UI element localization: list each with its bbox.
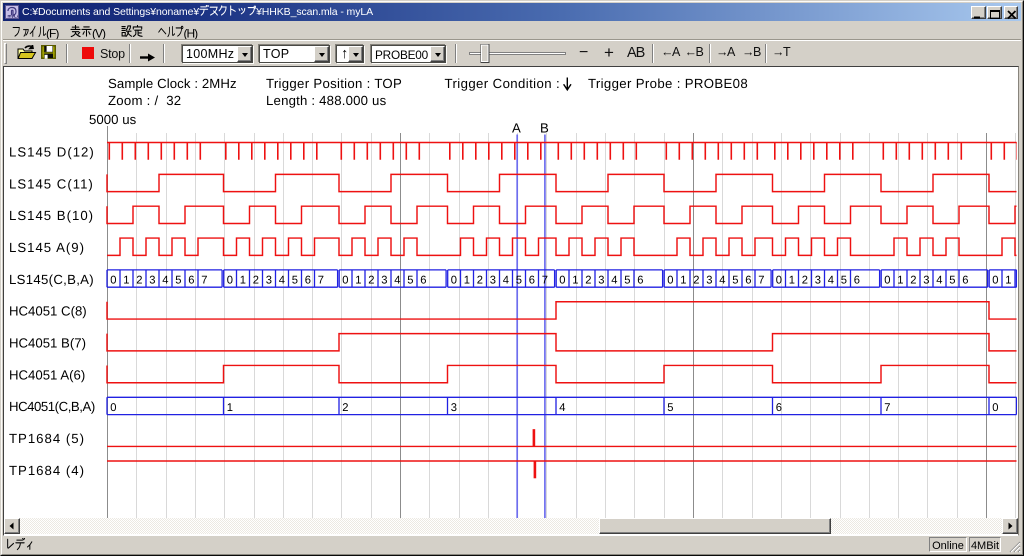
- svg-text:7: 7: [542, 275, 548, 287]
- svg-text:1: 1: [464, 275, 470, 287]
- svg-text:6: 6: [420, 275, 426, 287]
- svg-text:6: 6: [854, 275, 860, 287]
- svg-text:5: 5: [624, 275, 630, 287]
- svg-text:7: 7: [758, 275, 764, 287]
- svg-text:6: 6: [637, 275, 643, 287]
- svg-text:TP1684 (5): TP1684 (5): [9, 431, 85, 446]
- svg-text:0: 0: [110, 275, 116, 287]
- svg-text:4: 4: [394, 275, 400, 287]
- svg-text:2: 2: [136, 275, 142, 287]
- svg-text:HC4051(C,B,A): HC4051(C,B,A): [9, 399, 95, 414]
- svg-text:0: 0: [884, 275, 890, 287]
- svg-text:0: 0: [451, 275, 457, 287]
- svg-text:6: 6: [305, 275, 311, 287]
- svg-text:5: 5: [292, 275, 298, 287]
- svg-text:1: 1: [680, 275, 686, 287]
- svg-text:0: 0: [559, 275, 565, 287]
- svg-text:1: 1: [240, 275, 246, 287]
- svg-text:2: 2: [368, 275, 374, 287]
- svg-text:Trigger Position : TOP: Trigger Position : TOP: [266, 76, 402, 91]
- svg-text:0: 0: [992, 402, 998, 414]
- svg-text:6: 6: [745, 275, 751, 287]
- svg-text:LS145 B(10): LS145 B(10): [9, 208, 94, 223]
- svg-text:1: 1: [572, 275, 578, 287]
- svg-text:7: 7: [884, 402, 890, 414]
- svg-text:HC4051 A(6): HC4051 A(6): [9, 367, 85, 382]
- svg-text:7: 7: [318, 275, 324, 287]
- svg-text:6: 6: [188, 275, 194, 287]
- svg-text:1: 1: [789, 275, 795, 287]
- svg-text:LS145(C,B,A): LS145(C,B,A): [9, 272, 94, 287]
- svg-text:3: 3: [815, 275, 821, 287]
- svg-text:1: 1: [123, 275, 129, 287]
- svg-text:4: 4: [162, 275, 168, 287]
- svg-text:0: 0: [110, 402, 116, 414]
- svg-text:LS145 A(9): LS145 A(9): [9, 240, 85, 255]
- svg-text:5: 5: [407, 275, 413, 287]
- svg-text:HC4051 B(7): HC4051 B(7): [9, 336, 86, 351]
- svg-text:Length : 488.000 us: Length : 488.000 us: [266, 93, 387, 108]
- svg-text:Trigger Probe : PROBE08: Trigger Probe : PROBE08: [588, 76, 748, 91]
- svg-text:6: 6: [529, 275, 535, 287]
- svg-text:5: 5: [516, 275, 522, 287]
- svg-text:Zoom : / 32: Zoom : / 32: [108, 93, 181, 108]
- svg-text:myLA: myLA: [8, 14, 19, 19]
- svg-text:3: 3: [598, 275, 604, 287]
- svg-text:LS145 D(12): LS145 D(12): [9, 144, 95, 159]
- svg-text:0: 0: [667, 275, 673, 287]
- svg-text:TP1684 (4): TP1684 (4): [9, 463, 85, 478]
- svg-text:A: A: [512, 121, 521, 136]
- svg-text:2: 2: [585, 275, 591, 287]
- svg-text:3: 3: [149, 275, 155, 287]
- svg-text:4: 4: [611, 275, 617, 287]
- svg-text:4: 4: [719, 275, 725, 287]
- svg-text:5: 5: [667, 402, 673, 414]
- svg-text:0: 0: [992, 275, 998, 287]
- svg-text:5: 5: [841, 275, 847, 287]
- svg-text:5000 us: 5000 us: [89, 112, 137, 127]
- svg-text:6: 6: [776, 402, 782, 414]
- svg-text:3: 3: [490, 275, 496, 287]
- svg-text:2: 2: [802, 275, 808, 287]
- svg-text:0: 0: [227, 275, 233, 287]
- svg-text:5: 5: [949, 275, 955, 287]
- svg-text:4: 4: [828, 275, 834, 287]
- svg-text:LS145 C(11): LS145 C(11): [9, 176, 94, 191]
- svg-text:4: 4: [279, 275, 285, 287]
- svg-text:4: 4: [503, 275, 509, 287]
- svg-text:1: 1: [897, 275, 903, 287]
- svg-text:B: B: [540, 121, 549, 136]
- svg-text:HC4051 C(8): HC4051 C(8): [9, 304, 87, 319]
- svg-text:3: 3: [923, 275, 929, 287]
- svg-text:2: 2: [693, 275, 699, 287]
- svg-text:5: 5: [732, 275, 738, 287]
- svg-text:2: 2: [342, 402, 348, 414]
- svg-text:7: 7: [201, 275, 207, 287]
- svg-text:3: 3: [706, 275, 712, 287]
- svg-text:1: 1: [227, 402, 233, 414]
- svg-text:3: 3: [381, 275, 387, 287]
- svg-text:3: 3: [266, 275, 272, 287]
- svg-text:2: 2: [253, 275, 259, 287]
- svg-text:3: 3: [451, 402, 457, 414]
- svg-text:Sample Clock : 2MHz: Sample Clock : 2MHz: [108, 76, 237, 91]
- svg-text:1: 1: [355, 275, 361, 287]
- svg-text:4: 4: [936, 275, 942, 287]
- svg-text:4: 4: [559, 402, 565, 414]
- svg-text:0: 0: [776, 275, 782, 287]
- svg-text:5: 5: [175, 275, 181, 287]
- svg-text:2: 2: [910, 275, 916, 287]
- svg-text:2: 2: [477, 275, 483, 287]
- svg-text:1: 1: [1005, 275, 1011, 287]
- svg-text:0: 0: [342, 275, 348, 287]
- svg-text:6: 6: [962, 275, 968, 287]
- svg-text:Trigger Condition :: Trigger Condition :: [445, 76, 561, 91]
